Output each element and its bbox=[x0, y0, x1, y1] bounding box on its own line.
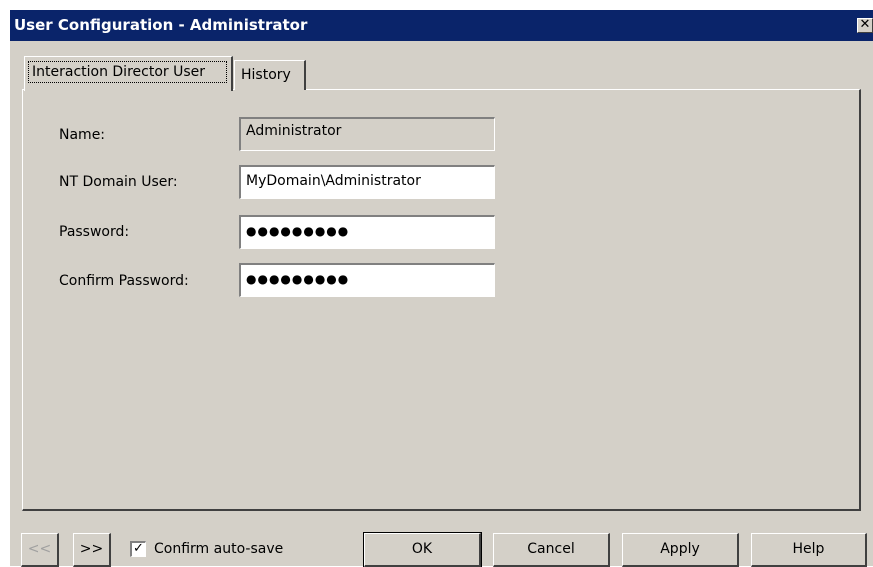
help-button[interactable]: Help bbox=[751, 533, 867, 567]
tab-history-label: History bbox=[241, 67, 291, 83]
close-button[interactable]: ✕ bbox=[857, 18, 873, 33]
close-icon: ✕ bbox=[859, 17, 871, 32]
confirm-autosave-checkbox[interactable]: ✓ bbox=[130, 541, 146, 557]
name-label: Name: bbox=[59, 127, 106, 143]
window-title: User Configuration - Administrator bbox=[14, 16, 308, 34]
confirm-password-input[interactable]: ●●●●●●●●● bbox=[239, 263, 495, 297]
tab-interaction-director-user[interactable]: Interaction Director User bbox=[24, 56, 233, 91]
tab-panel: Name: Administrator NT Domain User: MyDo… bbox=[22, 89, 861, 511]
nt-domain-user-input[interactable]: MyDomain\Administrator bbox=[239, 165, 495, 199]
next-button[interactable]: >> bbox=[73, 533, 111, 567]
title-bar[interactable]: User Configuration - Administrator ✕ bbox=[10, 10, 873, 41]
nt-domain-user-label: NT Domain User: bbox=[59, 174, 178, 190]
cancel-button[interactable]: Cancel bbox=[493, 533, 610, 567]
confirm-autosave-label: Confirm auto-save bbox=[154, 541, 284, 557]
ok-button[interactable]: OK bbox=[363, 532, 482, 567]
user-configuration-dialog: User Configuration - Administrator ✕ Int… bbox=[10, 10, 873, 567]
previous-button[interactable]: << bbox=[21, 533, 59, 567]
confirm-password-label: Confirm Password: bbox=[59, 273, 189, 289]
password-label: Password: bbox=[59, 224, 130, 240]
name-field: Administrator bbox=[239, 117, 495, 151]
checkmark-icon: ✓ bbox=[133, 541, 144, 556]
tab-interaction-director-user-label: Interaction Director User bbox=[28, 61, 227, 83]
password-input[interactable]: ●●●●●●●●● bbox=[239, 215, 495, 249]
apply-button[interactable]: Apply bbox=[622, 533, 739, 567]
tab-history[interactable]: History bbox=[234, 60, 306, 90]
